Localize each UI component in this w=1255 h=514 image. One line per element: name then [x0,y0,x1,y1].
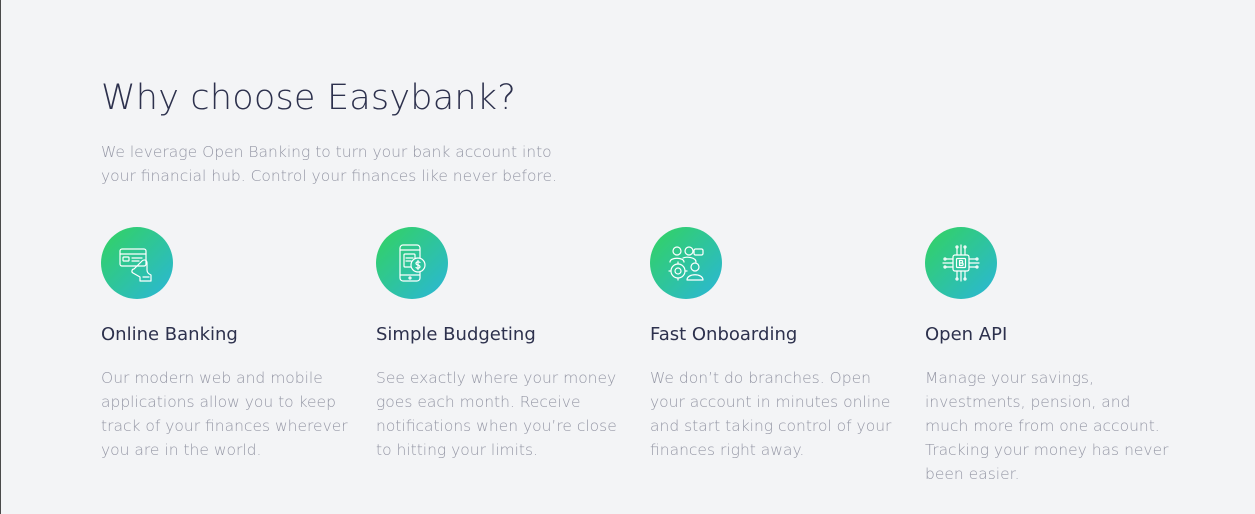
feature-description: Manage your savings, investments, pensio… [925,369,1169,483]
feature-title: Fast Onboarding [650,324,798,345]
feature-fast-onboarding: Fast Onboarding We don’t do branches. Op… [650,227,905,459]
budgeting-icon [376,227,448,299]
feature-description: See exactly where your money goes each m… [376,369,617,459]
feature-description: Our modern web and mobile applications a… [101,369,348,459]
feature-title: Simple Budgeting [376,324,536,345]
feature-simple-budgeting: Simple Budgeting See exactly where your … [376,227,631,459]
section-intro: We leverage Open Banking to turn your ba… [101,143,557,185]
online-banking-icon [101,227,173,299]
feature-title: Open API [925,324,1008,345]
section-title: Why choose Easybank? [101,78,516,118]
onboarding-icon [650,227,722,299]
api-icon [925,227,997,299]
feature-open-api: Open API Manage your savings, investment… [925,227,1180,483]
feature-online-banking: Online Banking Our modern web and mobile… [101,227,356,459]
feature-description: We don’t do branches. Open your account … [650,369,892,459]
feature-title: Online Banking [101,324,238,345]
